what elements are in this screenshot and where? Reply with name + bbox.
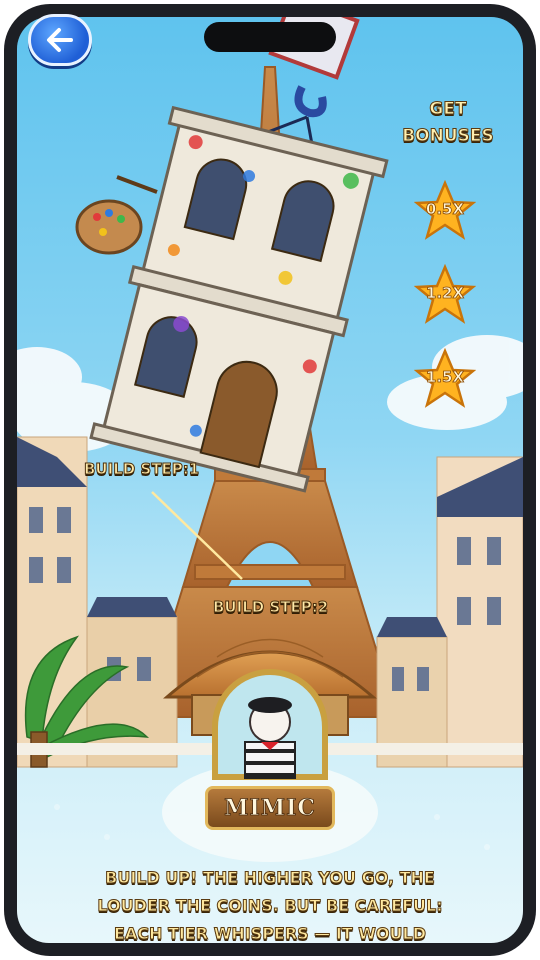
bonus-star-2[interactable]: 1.2X — [413, 263, 477, 326]
arrow-left-icon — [47, 28, 73, 52]
character-nameplate: MIMIC — [205, 786, 335, 830]
back-button[interactable] — [28, 14, 92, 66]
description-line-2: LOUDER THE COINS. BUT BE CAREFUL: — [97, 896, 443, 916]
description-line-3: EACH TIER WHISPERS — IT WOULD — [113, 924, 426, 944]
description-text: BUILD UP! THE HIGHER YOU GO, THE LOUDER … — [0, 864, 540, 948]
bonus-star-3-label: 1.5X — [425, 368, 465, 387]
bonuses-title-line2: BONUSES — [402, 126, 495, 147]
description-line-1: BUILD UP! THE HIGHER YOU GO, THE — [105, 868, 436, 888]
bonuses-title: GET BONUSES — [392, 96, 504, 150]
character-name: MIMIC — [224, 795, 316, 822]
palette-sign — [75, 175, 158, 255]
bonus-star-3[interactable]: 1.5X — [413, 347, 477, 410]
bonus-star-2-label: 1.2X — [425, 284, 465, 303]
bonus-star-1-label: 0.5X — [425, 200, 465, 219]
buildings-right — [376, 456, 523, 768]
phone-frame: GET BONUSES 0.5X 1.2X 1.5X BUILD STEP:1 … — [0, 0, 540, 960]
build-step-2-label: BUILD STEP:2 — [212, 598, 329, 617]
build-step-1-label: BUILD STEP:1 — [83, 460, 200, 479]
camera-notch — [204, 22, 336, 52]
bonus-star-1[interactable]: 0.5X — [413, 179, 477, 242]
hanging-building-block — [89, 105, 389, 493]
bonuses-title-line1: GET — [429, 99, 467, 120]
